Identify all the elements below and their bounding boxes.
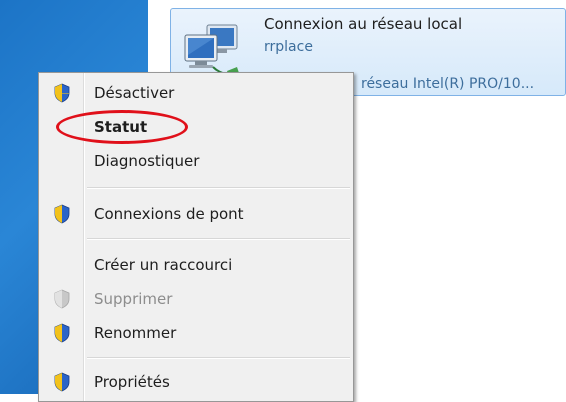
menu-item-connexions-de-pont[interactable]: Connexions de pont xyxy=(39,199,353,229)
shield-icon xyxy=(54,289,70,309)
shield-icon xyxy=(54,204,70,224)
adapter-network-name: rrplace xyxy=(264,39,313,55)
menu-item-label: Désactiver xyxy=(94,84,175,102)
menu-separator xyxy=(87,238,350,240)
menu-item-proprietes[interactable]: Propriétés xyxy=(39,367,353,397)
menu-item-label: Connexions de pont xyxy=(94,205,244,223)
menu-item-desactiver[interactable]: Désactiver xyxy=(39,78,353,108)
adapter-name: Connexion au réseau local xyxy=(264,15,463,33)
menu-item-label: Propriétés xyxy=(94,373,170,391)
menu-item-label: Créer un raccourci xyxy=(94,256,233,274)
menu-item-renommer[interactable]: Renommer xyxy=(39,318,353,348)
shield-icon xyxy=(54,372,70,392)
menu-separator xyxy=(87,357,350,359)
highlight-circle-annotation xyxy=(56,110,188,144)
menu-item-diagnostiquer[interactable]: Diagnostiquer xyxy=(39,146,353,176)
menu-item-label: Renommer xyxy=(94,324,177,342)
menu-separator xyxy=(87,187,350,189)
menu-item-creer-raccourci[interactable]: Créer un raccourci xyxy=(39,250,353,280)
menu-item-supprimer: Supprimer xyxy=(39,284,353,314)
menu-item-label: Supprimer xyxy=(94,290,173,308)
menu-item-label: Diagnostiquer xyxy=(94,152,200,170)
adapter-device-name: réseau Intel(R) PRO/10... xyxy=(361,76,535,92)
shield-icon xyxy=(54,83,70,103)
shield-icon xyxy=(54,323,70,343)
